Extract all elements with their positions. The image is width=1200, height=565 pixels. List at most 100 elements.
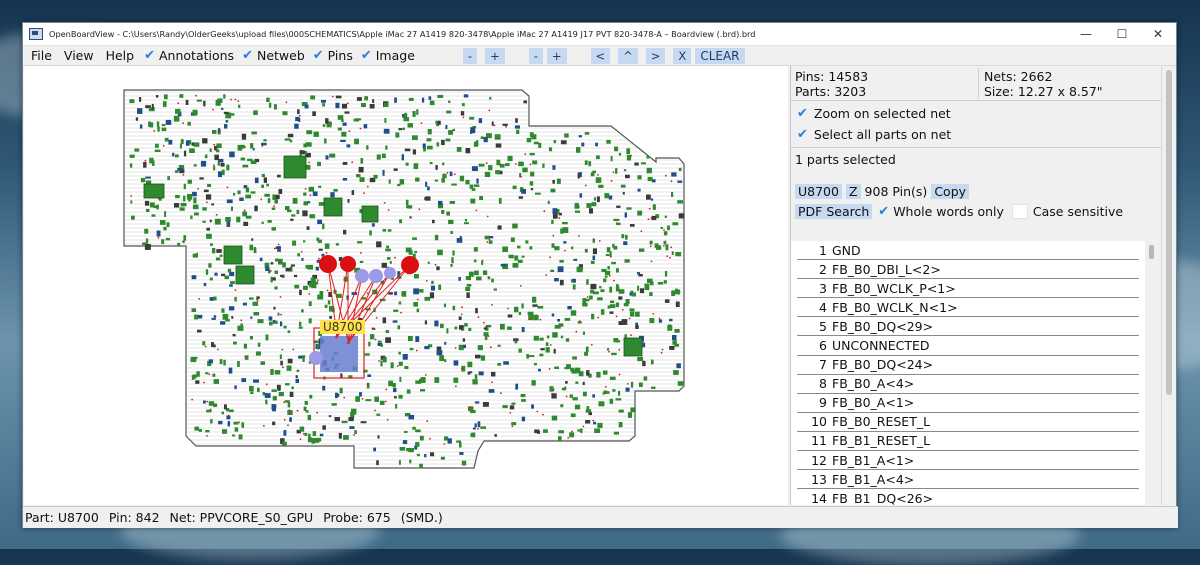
net-list-item[interactable]: 5 FB_B0_DQ<29> [797,317,1139,337]
test-point [565,395,568,398]
pan-right-button[interactable]: > [645,47,666,64]
panel-scrollbar[interactable] [1161,66,1176,505]
case-sensitive-label[interactable]: Case sensitive [1033,204,1123,219]
test-point [360,252,362,254]
menu-file[interactable]: File [23,48,58,63]
net-list-item[interactable]: 3 FB_B0_WCLK_P<1> [797,279,1139,299]
pins-toggle[interactable]: ✔ Pins [309,48,357,63]
zoom-on-net-option[interactable]: ✔ Zoom on selected net [791,103,1176,124]
part-name-button[interactable]: U8700 [795,183,842,199]
pin-net-list[interactable]: 1 GND 2 FB_B0_DBI_L<2> 3 FB_B0_WCLK_P<1> 4 FB_B… [791,241,1145,505]
board-component [296,209,300,215]
board-component [217,161,220,166]
test-point [491,304,493,306]
board-canvas[interactable]: U8700 [24,66,788,505]
test-point [331,95,334,98]
board-component [148,107,155,112]
board-component [302,210,308,217]
board-component [216,249,222,253]
minimize-button[interactable]: — [1068,23,1104,45]
board-component [129,154,135,158]
net-list-scrollbar[interactable] [1145,241,1159,505]
board-component [304,104,309,109]
test-point [196,252,199,255]
board-component [466,292,470,298]
test-point [582,425,585,428]
board-component [250,191,256,194]
board-component [512,263,519,268]
board-component [279,354,282,360]
test-point [400,311,402,314]
close-button[interactable]: ✕ [1140,23,1176,45]
board-component [434,234,439,241]
copy-button[interactable]: Copy [931,183,970,199]
board-component [312,111,316,116]
menu-view[interactable]: View [58,48,100,63]
board-component [191,308,197,312]
annotations-toggle[interactable]: ✔ Annotations [140,48,238,63]
net-list-item[interactable]: 4 FB_B0_WCLK_N<1> [797,298,1139,318]
board-component [572,284,576,290]
board-component [191,275,197,280]
board-component [376,413,381,416]
board-component [575,381,579,384]
board-component [382,356,387,363]
panel-scroll-thumb[interactable] [1166,70,1172,395]
board-component [565,381,568,384]
test-point [215,213,218,216]
board-component [388,179,391,184]
decrease-button[interactable]: - [528,47,543,64]
board-component [630,407,636,413]
net-list-item[interactable]: 10 FB_B0_RESET_L [797,413,1139,432]
checkmark-icon: ✔ [797,106,808,121]
net-list-item[interactable]: 13 FB_B1_A<4> [797,470,1139,490]
net-list-item[interactable]: 14 FB_B1_DQ<26> [797,489,1139,505]
net-list-item[interactable]: 1 GND [797,241,1139,261]
board-component [382,228,386,232]
board-component [203,100,206,107]
netweb-toggle[interactable]: ✔ Netweb [238,48,309,63]
net-list-scroll-thumb[interactable] [1149,245,1154,259]
clear-button[interactable]: CLEAR [695,47,745,64]
part-side-button[interactable]: Z [845,183,861,199]
zoom-out-button[interactable]: - [462,47,478,64]
pdf-search-button[interactable]: PDF Search [795,203,873,219]
board-component [618,296,623,300]
net-list-item[interactable]: 8 FB_B0_A<4> [797,375,1139,394]
net-list-item[interactable]: 12 FB_B1_A<1> [797,451,1139,471]
pan-up-button[interactable]: ^ [618,47,638,64]
net-list-item[interactable]: 6 UNCONNECTED [797,336,1139,356]
test-point [660,351,663,354]
image-toggle[interactable]: ✔ Image [357,48,419,63]
pan-left-button[interactable]: < [590,47,611,64]
reset-x-button[interactable]: X [673,47,692,64]
net-list-item[interactable]: 11 FB_B1_RESET_L [797,432,1139,452]
board-component [263,139,267,142]
zoom-in-button[interactable]: + [485,47,505,64]
maximize-button[interactable]: ☐ [1104,23,1140,45]
net-list-item[interactable]: 9 FB_B0_A<1> [797,394,1139,413]
board-component [437,120,441,125]
menu-help[interactable]: Help [100,48,141,63]
board-component [233,341,237,345]
whole-words-label[interactable]: Whole words only [893,204,1004,219]
board-component [287,133,294,138]
board-component [376,154,381,160]
board-component [502,246,508,252]
board-component [299,289,302,296]
board-component [231,316,234,319]
board-component [480,355,486,361]
board-component [471,432,476,438]
board-drawing[interactable] [24,66,788,505]
case-sensitive-checkbox[interactable] [1011,203,1028,219]
net-list-item[interactable]: 2 FB_B0_DBI_L<2> [797,260,1139,280]
board-component [162,101,167,107]
board-component [381,262,387,268]
checkmark-icon[interactable]: ✔ [878,204,889,219]
net-index: 12 [811,452,827,468]
board-component [242,211,247,217]
net-list-item[interactable]: 7 FB_B0_DQ<24> [797,356,1139,375]
board-component [509,405,515,410]
increase-button[interactable]: + [546,47,567,64]
select-all-parts-option[interactable]: ✔ Select all parts on net [791,124,1176,145]
